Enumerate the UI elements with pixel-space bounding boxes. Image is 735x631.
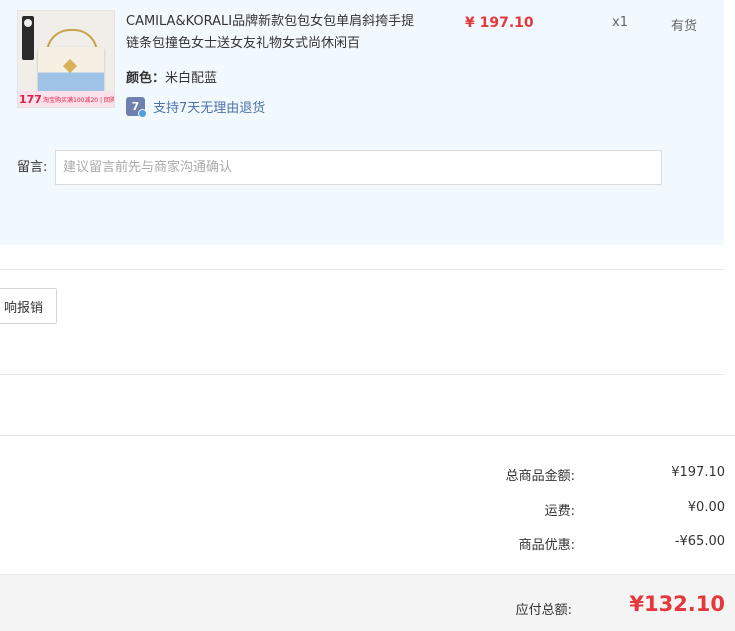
total-payable-label: 应付总额: xyxy=(515,603,572,618)
goods-total-value: ¥197.10 xyxy=(671,465,725,480)
promo-text: 淘宝购买满100减20 | 回购9折叠减20 xyxy=(43,97,115,104)
attribute-key: 颜色： xyxy=(126,71,166,86)
item-price: ¥ 197.10 xyxy=(465,15,534,31)
divider xyxy=(0,269,724,270)
divider xyxy=(0,435,735,436)
remark-label: 留言: xyxy=(17,160,48,175)
total-payable-value: ¥132.10 xyxy=(629,592,725,616)
order-item-panel: 177 淘宝购买满100减20 | 回购9折叠减20 CAMILA&KORALI… xyxy=(0,0,724,245)
discount-value: -¥65.00 xyxy=(674,534,725,549)
divider xyxy=(0,374,724,375)
return-policy[interactable]: 7 支持7天无理由退货 xyxy=(126,97,266,118)
product-attribute: 颜色：米白配蓝 xyxy=(126,67,217,86)
item-quantity: x1 xyxy=(612,15,628,30)
discount-label: 商品优惠: xyxy=(518,538,575,553)
product-title-link[interactable]: CAMILA&KORALI品牌新款包包女包单肩斜挎手提链条包撞色女士送女友礼物女… xyxy=(126,11,422,55)
remark-input[interactable] xyxy=(55,150,662,185)
brand-logo-icon xyxy=(22,16,34,60)
stock-status: 有货 xyxy=(671,19,698,34)
shipping-label: 运费: xyxy=(544,504,575,519)
shipping-value: ¥0.00 xyxy=(687,500,725,515)
promo-price: 177 xyxy=(19,93,42,106)
goods-total-label: 总商品金额: xyxy=(505,469,575,484)
invoice-button[interactable]: 响报销 xyxy=(0,288,57,324)
product-thumbnail[interactable]: 177 淘宝购买满100减20 | 回购9折叠减20 xyxy=(17,10,115,108)
return-policy-text: 支持7天无理由退货 xyxy=(153,101,266,116)
attribute-value: 米白配蓝 xyxy=(165,71,218,86)
seven-day-return-icon: 7 xyxy=(126,97,147,118)
payable-footer: 应付总额: ¥132.10 xyxy=(0,574,735,631)
